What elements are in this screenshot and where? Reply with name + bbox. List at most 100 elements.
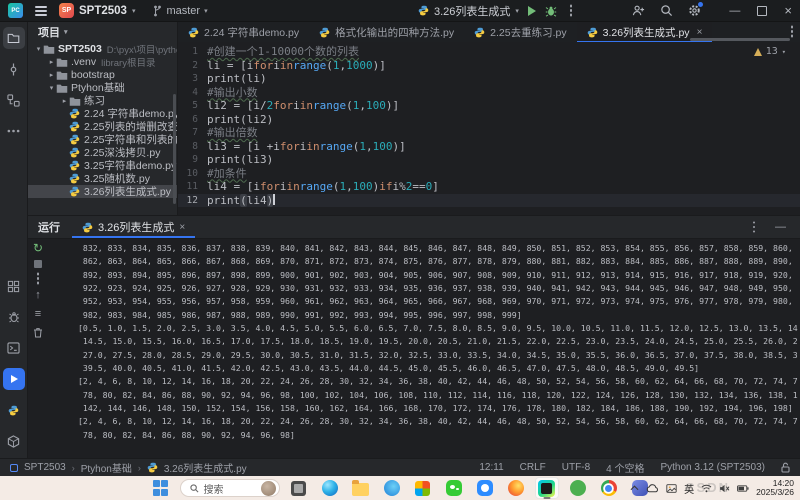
project-panel-header[interactable]: 项目 ▾: [28, 22, 177, 42]
taskbar-app-wechat[interactable]: [442, 477, 466, 499]
code-line[interactable]: 7#输出倍数: [178, 126, 800, 140]
taskbar-search[interactable]: 搜索: [180, 479, 280, 497]
code-line[interactable]: 12print(li4): [178, 194, 800, 208]
image-icon[interactable]: [666, 484, 677, 493]
taskbar-app-task-view[interactable]: [287, 477, 311, 499]
taskbar-clock[interactable]: 14:20 2025/3/26: [756, 479, 794, 498]
file-encoding[interactable]: UTF-8: [562, 462, 590, 473]
taskbar-app-edge[interactable]: [318, 477, 342, 499]
caret-position[interactable]: 12:11: [479, 462, 503, 473]
pycharm-icon: [538, 480, 555, 497]
tab-options-icon[interactable]: [791, 30, 794, 33]
close-button[interactable]: ×: [784, 3, 792, 18]
breadcrumb-file[interactable]: 3.26列表生成式.py: [164, 460, 247, 475]
stop-button[interactable]: [34, 260, 42, 268]
settings-button[interactable]: [688, 4, 701, 17]
tree-chevron-icon[interactable]: ▾: [34, 45, 43, 53]
tree-item[interactable]: ▾SPT2503D:\pyx\项目\python\myflask: [28, 42, 177, 55]
tool-packages-button[interactable]: [3, 275, 25, 297]
tree-chevron-icon[interactable]: ▸: [60, 97, 69, 105]
code-line[interactable]: 4#输出小数: [178, 86, 800, 100]
soft-wrap-icon[interactable]: ≡: [35, 308, 41, 320]
close-icon[interactable]: ×: [697, 27, 703, 38]
main-menu-icon[interactable]: [35, 10, 47, 12]
tool-run-button[interactable]: [3, 368, 25, 390]
line-separator[interactable]: CRLF: [520, 462, 546, 473]
code-with-me-icon[interactable]: [632, 4, 645, 17]
more-tool-windows-icon[interactable]: [3, 120, 25, 142]
start-button[interactable]: [149, 477, 173, 499]
volume-icon[interactable]: [719, 484, 730, 493]
editor-tab[interactable]: 2.24 字符串demo.py: [178, 22, 309, 42]
code-editor[interactable]: 1#创建一个1-10000个数的列表2li = [i for i in rang…: [178, 42, 800, 215]
run-panel-title[interactable]: 运行: [28, 219, 72, 235]
tree-chevron-icon[interactable]: ▸: [47, 71, 56, 79]
chevron-up-icon[interactable]: [630, 485, 639, 491]
clear-console-icon[interactable]: [33, 327, 43, 338]
run-button[interactable]: [528, 6, 536, 16]
tool-python-console-button[interactable]: [3, 399, 25, 421]
taskbar-app-store[interactable]: [411, 477, 435, 499]
indent-style[interactable]: 4 个空格: [606, 460, 644, 475]
tree-item[interactable]: 3.26列表生成式.py: [28, 185, 177, 198]
code-line[interactable]: 10#加条件: [178, 167, 800, 181]
taskbar-app-firefox[interactable]: [504, 477, 528, 499]
tree-chevron-icon[interactable]: ▸: [47, 58, 56, 66]
code-line[interactable]: 3print(li): [178, 72, 800, 86]
tool-terminal-button[interactable]: [3, 337, 25, 359]
console-output[interactable]: 832, 833, 834, 835, 836, 837, 838, 839, …: [78, 242, 798, 459]
code-line[interactable]: 2li = [i for i in range(1,1000)]: [178, 59, 800, 73]
search-everywhere-icon[interactable]: [660, 4, 673, 17]
more-actions-icon[interactable]: [570, 9, 573, 12]
taskbar-app-meeting[interactable]: [473, 477, 497, 499]
tool-commit-button[interactable]: [3, 58, 25, 80]
taskbar-app-pycharm[interactable]: [535, 477, 559, 499]
maximize-button[interactable]: [757, 6, 767, 16]
vcs-branch-widget[interactable]: master ▾: [153, 5, 207, 17]
editor-tab[interactable]: 2.25去重练习.py: [464, 22, 576, 42]
run-config-selector[interactable]: 3.26列表生成式 ▾: [418, 3, 519, 19]
breadcrumb-project[interactable]: SPT2503: [24, 462, 66, 473]
tree-item-annotation: D:\pyx\项目\python\myflask: [107, 42, 178, 56]
battery-icon[interactable]: [737, 485, 749, 492]
code-line[interactable]: 9print(li3): [178, 153, 800, 167]
tree-chevron-icon[interactable]: ▾: [47, 84, 56, 92]
taskbar-app-browser[interactable]: [380, 477, 404, 499]
editor-tab[interactable]: 格式化输出的四种方法.py: [309, 22, 464, 42]
lock-icon[interactable]: [781, 462, 790, 473]
console-more-icon[interactable]: [37, 277, 40, 280]
code-line[interactable]: 6print(li2): [178, 113, 800, 127]
run-options-icon[interactable]: [753, 226, 756, 229]
python-interpreter[interactable]: Python 3.12 (SPT2503): [660, 462, 765, 473]
code-token: range: [320, 140, 353, 154]
code-line[interactable]: 5li2 = [i/2 for i in range(1,100)]: [178, 99, 800, 113]
tool-project-button[interactable]: [3, 27, 25, 49]
hide-panel-button[interactable]: —: [775, 221, 786, 233]
taskbar-app-explorer[interactable]: [349, 477, 373, 499]
cloud-icon[interactable]: [646, 484, 659, 493]
tool-debug-button[interactable]: [3, 306, 25, 328]
project-widget[interactable]: SP SPT2503 ▾: [59, 3, 135, 18]
rerun-button[interactable]: ↻: [33, 243, 43, 253]
code-line[interactable]: 1#创建一个1-10000个数的列表: [178, 45, 800, 59]
taskbar-app-app-green[interactable]: [566, 477, 590, 499]
breadcrumb-folder[interactable]: Ptyhon基础: [81, 460, 132, 475]
taskbar-app-chrome[interactable]: [597, 477, 621, 499]
tool-services-button[interactable]: [3, 430, 25, 452]
run-tab[interactable]: 3.26列表生成式 ×: [72, 216, 195, 238]
minimize-button[interactable]: —: [729, 5, 740, 17]
scroll-up-icon[interactable]: ↑: [35, 289, 41, 301]
close-icon[interactable]: ×: [179, 222, 185, 233]
code-line[interactable]: 11li4 = [i for i in range(1,100) if i%2 …: [178, 180, 800, 194]
tree-item[interactable]: ▸.venvlibrary根目录: [28, 55, 177, 68]
project-tree-scrollbar[interactable]: [173, 94, 176, 204]
code-token: i%: [392, 180, 405, 194]
code-line[interactable]: 8li3 = [i +i for i in range(1,100)]: [178, 140, 800, 154]
inspections-widget[interactable]: 13 ▾: [754, 46, 786, 57]
tabbar-scrollbar[interactable]: [690, 38, 790, 41]
debug-button[interactable]: [545, 5, 557, 17]
ime-indicator[interactable]: 英: [684, 481, 694, 496]
tool-structure-button[interactable]: [3, 89, 25, 111]
wifi-icon[interactable]: [701, 484, 712, 493]
code-token: #输出倍数: [207, 126, 258, 140]
